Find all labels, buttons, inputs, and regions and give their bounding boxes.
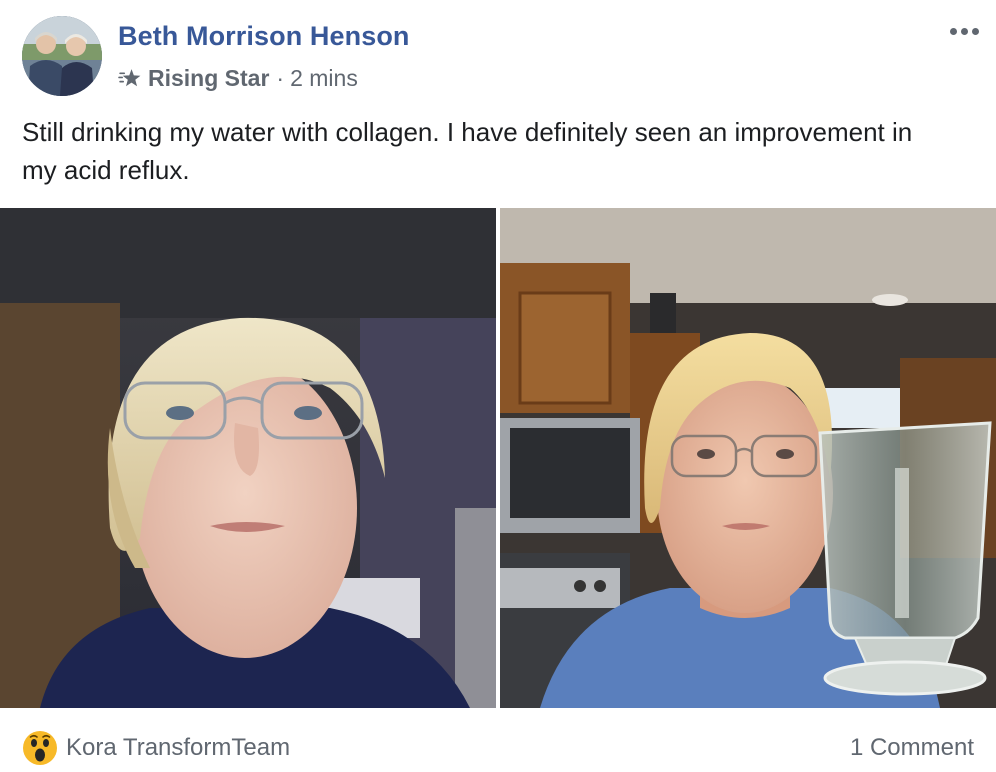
post-timestamp[interactable]: 2 mins	[290, 65, 358, 92]
reactions-summary[interactable]: Kora TransformTeam	[22, 728, 290, 768]
selfie-photo	[0, 208, 496, 708]
wow-reaction-icon	[22, 730, 58, 766]
badge-label[interactable]: Rising Star	[148, 65, 269, 92]
reaction-label: Kora TransformTeam	[66, 734, 291, 761]
avatar-photo	[22, 16, 102, 96]
photo-before[interactable]	[0, 208, 496, 708]
meta-separator: ·	[276, 64, 285, 91]
more-options-button[interactable]	[944, 22, 984, 40]
post-footer: Kora TransformTeam 1 Comment	[0, 724, 996, 772]
more-options-icon	[949, 27, 957, 35]
author-avatar[interactable]	[22, 16, 102, 96]
more-options-dot	[960, 27, 968, 35]
post-text: Still drinking my water with collagen. I…	[22, 117, 913, 185]
comments-count[interactable]: 1 Comment	[850, 728, 974, 768]
selfie-with-glass-photo	[500, 208, 996, 708]
photo-after[interactable]	[500, 208, 996, 708]
author-name[interactable]: Beth Morrison Henson	[118, 21, 410, 52]
more-options-dot	[971, 27, 979, 35]
post-meta: Rising Star · 2 mins	[118, 63, 358, 93]
photo-grid	[0, 208, 996, 708]
rising-star-icon	[118, 66, 143, 91]
post-card: Beth Morrison Henson Rising Star · 2 min…	[0, 0, 996, 772]
